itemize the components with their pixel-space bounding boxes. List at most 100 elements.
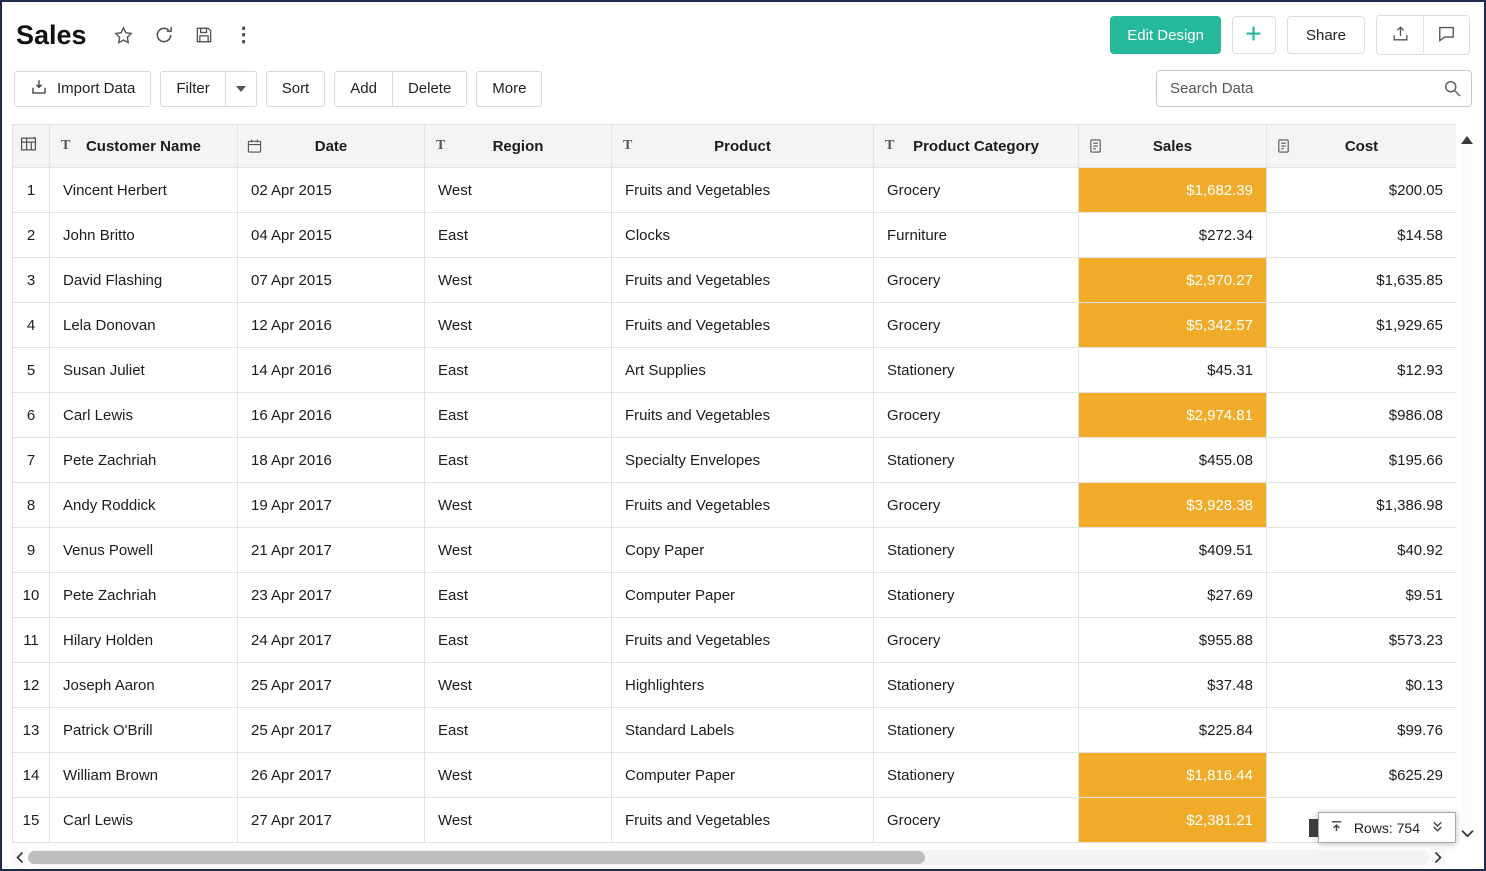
cell-sales[interactable]: $5,342.57 bbox=[1079, 303, 1267, 348]
cell-customer-name[interactable]: John Britto bbox=[50, 213, 238, 258]
cell-sales[interactable]: $272.34 bbox=[1079, 213, 1267, 258]
cell-region[interactable]: East bbox=[425, 393, 612, 438]
delete-button[interactable]: Delete bbox=[392, 72, 466, 106]
cell-date[interactable]: 14 Apr 2016 bbox=[238, 348, 425, 393]
horizontal-scrollbar[interactable] bbox=[12, 848, 1446, 867]
table-row[interactable]: 9Venus Powell21 Apr 2017WestCopy PaperSt… bbox=[13, 528, 1457, 573]
cell-cost[interactable]: $1,929.65 bbox=[1267, 303, 1457, 348]
cell-product-category[interactable]: Grocery bbox=[874, 483, 1079, 528]
filter-button[interactable]: Filter bbox=[161, 72, 224, 106]
cell-date[interactable]: 07 Apr 2015 bbox=[238, 258, 425, 303]
cell-cost[interactable]: $195.66 bbox=[1267, 438, 1457, 483]
row-number[interactable]: 6 bbox=[13, 393, 50, 438]
cell-region[interactable]: West bbox=[425, 258, 612, 303]
cell-sales[interactable]: $2,974.81 bbox=[1079, 393, 1267, 438]
cell-region[interactable]: West bbox=[425, 663, 612, 708]
column-header-sales[interactable]: Sales bbox=[1079, 125, 1267, 168]
cell-sales[interactable]: $1,682.39 bbox=[1079, 168, 1267, 213]
vertical-scrollbar-track[interactable] bbox=[1462, 144, 1472, 825]
row-number[interactable]: 12 bbox=[13, 663, 50, 708]
row-number[interactable]: 3 bbox=[13, 258, 50, 303]
cell-date[interactable]: 21 Apr 2017 bbox=[238, 528, 425, 573]
scroll-left-chevron-icon[interactable] bbox=[12, 848, 28, 867]
table-row[interactable]: 10Pete Zachriah23 Apr 2017EastComputer P… bbox=[13, 573, 1457, 618]
table-row[interactable]: 4Lela Donovan12 Apr 2016WestFruits and V… bbox=[13, 303, 1457, 348]
cell-date[interactable]: 24 Apr 2017 bbox=[238, 618, 425, 663]
cell-product-category[interactable]: Stationery bbox=[874, 573, 1079, 618]
cell-region[interactable]: West bbox=[425, 483, 612, 528]
cell-product[interactable]: Copy Paper bbox=[612, 528, 874, 573]
row-number[interactable]: 14 bbox=[13, 753, 50, 798]
cell-cost[interactable]: $625.29 bbox=[1267, 753, 1457, 798]
cell-product[interactable]: Clocks bbox=[612, 213, 874, 258]
cell-product-category[interactable]: Grocery bbox=[874, 393, 1079, 438]
cell-product[interactable]: Highlighters bbox=[612, 663, 874, 708]
cell-region[interactable]: East bbox=[425, 618, 612, 663]
cell-sales[interactable]: $2,970.27 bbox=[1079, 258, 1267, 303]
cell-product[interactable]: Specialty Envelopes bbox=[612, 438, 874, 483]
cell-product[interactable]: Computer Paper bbox=[612, 753, 874, 798]
comments-button[interactable] bbox=[1423, 16, 1469, 54]
cell-date[interactable]: 25 Apr 2017 bbox=[238, 708, 425, 753]
cell-region[interactable]: East bbox=[425, 213, 612, 258]
cell-region[interactable]: West bbox=[425, 798, 612, 843]
cell-product[interactable]: Computer Paper bbox=[612, 573, 874, 618]
cell-cost[interactable]: $573.23 bbox=[1267, 618, 1457, 663]
more-options-kebab-icon[interactable]: ⋮ bbox=[234, 25, 254, 45]
cell-sales[interactable]: $409.51 bbox=[1079, 528, 1267, 573]
cell-product-category[interactable]: Stationery bbox=[874, 348, 1079, 393]
column-header-product-category[interactable]: TProduct Category bbox=[874, 125, 1079, 168]
cell-product-category[interactable]: Stationery bbox=[874, 528, 1079, 573]
table-row[interactable]: 15Carl Lewis27 Apr 2017WestFruits and Ve… bbox=[13, 798, 1457, 843]
cell-cost[interactable]: $9.51 bbox=[1267, 573, 1457, 618]
cell-cost[interactable]: $1,386.98 bbox=[1267, 483, 1457, 528]
cell-customer-name[interactable]: Pete Zachriah bbox=[50, 438, 238, 483]
favorite-star-icon[interactable] bbox=[113, 25, 134, 46]
cell-customer-name[interactable]: Andy Roddick bbox=[50, 483, 238, 528]
cell-customer-name[interactable]: Hilary Holden bbox=[50, 618, 238, 663]
scroll-right-chevron-icon[interactable] bbox=[1430, 848, 1446, 867]
cell-product[interactable]: Standard Labels bbox=[612, 708, 874, 753]
cell-product-category[interactable]: Grocery bbox=[874, 303, 1079, 348]
row-number[interactable]: 7 bbox=[13, 438, 50, 483]
cell-customer-name[interactable]: Carl Lewis bbox=[50, 798, 238, 843]
export-button[interactable] bbox=[1377, 16, 1423, 54]
cell-cost[interactable]: $40.92 bbox=[1267, 528, 1457, 573]
cell-customer-name[interactable]: Patrick O'Brill bbox=[50, 708, 238, 753]
cell-sales[interactable]: $37.48 bbox=[1079, 663, 1267, 708]
cell-date[interactable]: 19 Apr 2017 bbox=[238, 483, 425, 528]
search-icon[interactable] bbox=[1442, 78, 1462, 103]
cell-region[interactable]: East bbox=[425, 348, 612, 393]
cell-customer-name[interactable]: Susan Juliet bbox=[50, 348, 238, 393]
cell-date[interactable]: 12 Apr 2016 bbox=[238, 303, 425, 348]
cell-customer-name[interactable]: David Flashing bbox=[50, 258, 238, 303]
cell-date[interactable]: 23 Apr 2017 bbox=[238, 573, 425, 618]
row-number[interactable]: 4 bbox=[13, 303, 50, 348]
cell-product[interactable]: Fruits and Vegetables bbox=[612, 258, 874, 303]
cell-date[interactable]: 04 Apr 2015 bbox=[238, 213, 425, 258]
cell-product-category[interactable]: Grocery bbox=[874, 168, 1079, 213]
cell-product-category[interactable]: Stationery bbox=[874, 438, 1079, 483]
cell-date[interactable]: 02 Apr 2015 bbox=[238, 168, 425, 213]
row-number[interactable]: 2 bbox=[13, 213, 50, 258]
cell-cost[interactable]: $99.76 bbox=[1267, 708, 1457, 753]
cell-region[interactable]: East bbox=[425, 438, 612, 483]
row-number[interactable]: 9 bbox=[13, 528, 50, 573]
row-number[interactable]: 1 bbox=[13, 168, 50, 213]
cell-product-category[interactable]: Stationery bbox=[874, 753, 1079, 798]
cell-product-category[interactable]: Stationery bbox=[874, 663, 1079, 708]
cell-sales[interactable]: $27.69 bbox=[1079, 573, 1267, 618]
cell-product-category[interactable]: Grocery bbox=[874, 618, 1079, 663]
cell-region[interactable]: West bbox=[425, 753, 612, 798]
edit-design-button[interactable]: Edit Design bbox=[1110, 16, 1221, 54]
add-new-button[interactable] bbox=[1232, 16, 1276, 54]
sort-button[interactable]: Sort bbox=[266, 71, 326, 107]
cell-cost[interactable]: $986.08 bbox=[1267, 393, 1457, 438]
add-button[interactable]: Add bbox=[335, 72, 392, 106]
cell-cost[interactable]: $14.58 bbox=[1267, 213, 1457, 258]
table-row[interactable]: 7Pete Zachriah18 Apr 2016EastSpecialty E… bbox=[13, 438, 1457, 483]
cell-customer-name[interactable]: Joseph Aaron bbox=[50, 663, 238, 708]
table-row[interactable]: 5Susan Juliet14 Apr 2016EastArt Supplies… bbox=[13, 348, 1457, 393]
row-number[interactable]: 8 bbox=[13, 483, 50, 528]
cell-date[interactable]: 27 Apr 2017 bbox=[238, 798, 425, 843]
